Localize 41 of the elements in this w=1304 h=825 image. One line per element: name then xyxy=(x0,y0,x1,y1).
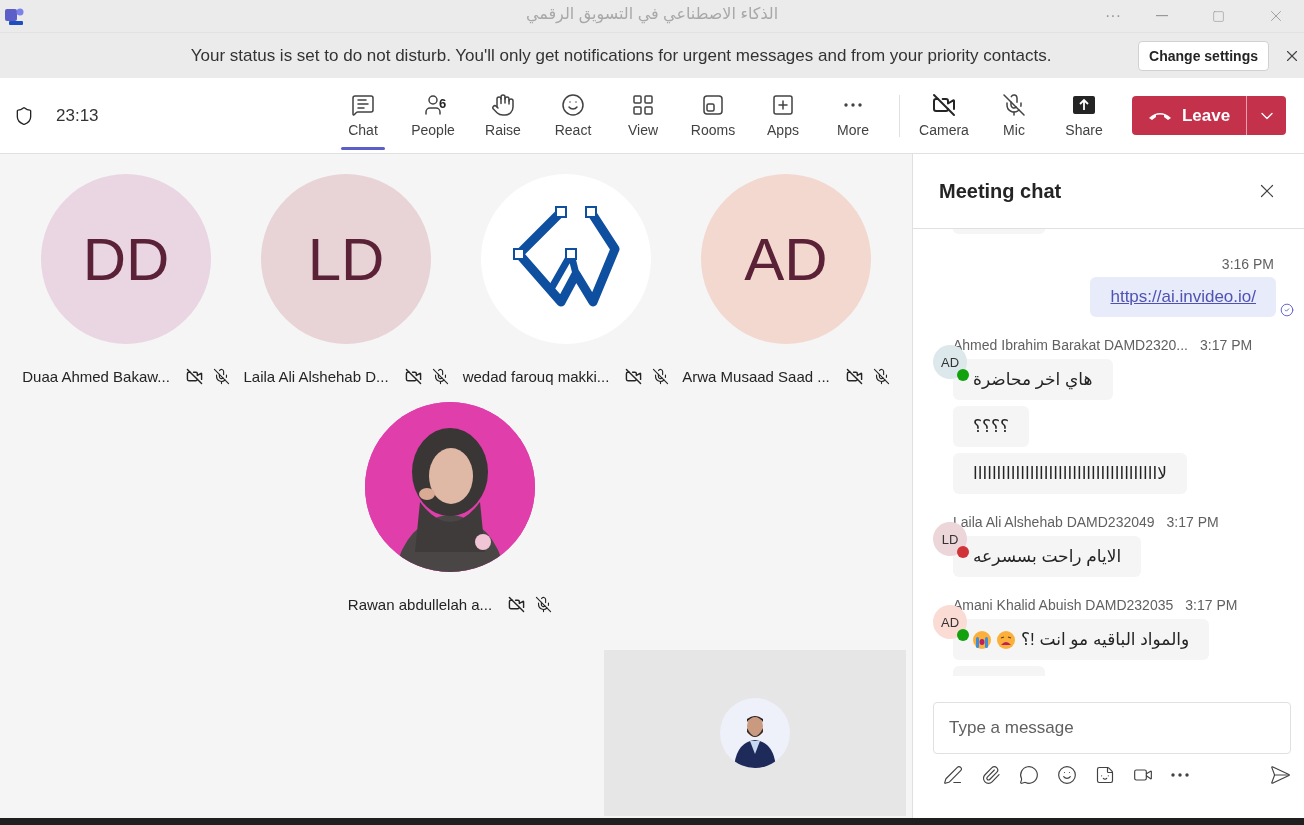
window-title: الذكاء الاصطناعي في التسويق الرقمي xyxy=(525,4,779,23)
participant-name: Arwa Musaad Saad ... xyxy=(682,367,830,385)
toolbar-button[interactable]: View xyxy=(608,78,678,153)
message-time: 3:16 PM xyxy=(1221,256,1274,273)
toolbar-button[interactable]: Raise xyxy=(468,78,538,153)
meeting-timer: 23:13 xyxy=(56,105,99,126)
message-field[interactable]: Type a message xyxy=(933,702,1291,754)
status-notice: Your status is set to do not disturb. You'll only get notifications for urgent messages and from your priority contacts. xyxy=(189,45,1053,66)
change-settings-button[interactable]: Change settings xyxy=(1138,40,1269,71)
message-text: والمواد الباقيه مو انت !؟ xyxy=(1021,629,1190,651)
message-text: هاي اخر محاضرة xyxy=(973,369,1093,391)
toolbar-button[interactable]: Mic xyxy=(979,78,1049,153)
toolbar-button[interactable]: Share xyxy=(1049,78,1119,153)
toolbar-button[interactable]: 6 People xyxy=(398,78,468,153)
sender-name: Amani Khalid Abuish DAMD232035 xyxy=(953,597,1174,614)
participant-name: wedad farouq makki... xyxy=(462,367,610,385)
avatar-initials: LD xyxy=(941,531,959,547)
message-time: 3:17 PM xyxy=(1166,514,1219,531)
message-time: 3:17 PM xyxy=(1200,337,1253,354)
toolbar-button[interactable]: Camera xyxy=(909,78,979,153)
participant-name: Rawan abdullelah a... xyxy=(347,595,493,613)
toolbar-button[interactable]: Apps xyxy=(748,78,818,153)
sender-name: Ahmed Ibrahim Barakat DAMD2320... xyxy=(953,337,1188,354)
avatar-initials: AD xyxy=(701,174,871,344)
participant-name: Laila Ali Alshehab D... xyxy=(243,367,389,385)
message-text: ؟؟؟؟ xyxy=(973,416,1010,438)
participant-name: Duaa Ahmed Bakaw... xyxy=(22,367,170,385)
message-text: الايام راحت بسسرعه xyxy=(973,546,1122,568)
avatar-initials: AD xyxy=(940,614,960,630)
people-count: 6 xyxy=(439,96,447,111)
toolbar-button[interactable]: React xyxy=(538,78,608,153)
message-time: 3:17 PM xyxy=(1185,597,1238,614)
toolbar-button[interactable]: More xyxy=(818,78,888,153)
message-text: لاااااااااااااااااااااااااااااااااااااااا xyxy=(973,463,1167,485)
avatar-initials: DD xyxy=(41,174,211,344)
toolbar-button[interactable]: Chat xyxy=(328,78,398,153)
avatar-initials: LD xyxy=(261,174,431,344)
toolbar-button[interactable]: Rooms xyxy=(678,78,748,153)
chat-title: Meeting chat xyxy=(939,179,1062,203)
message-link[interactable]: https://ai.invideo.io/ xyxy=(1110,287,1256,308)
avatar-initials: AD xyxy=(940,354,960,370)
